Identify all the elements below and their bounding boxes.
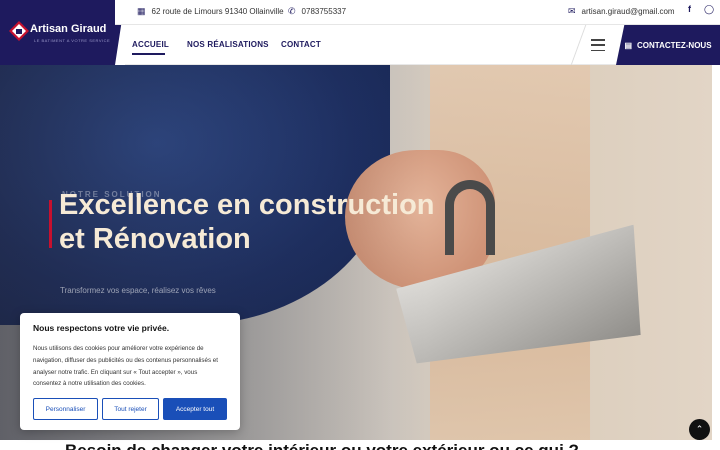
contact-us-label: CONTACTEZ-NOUS <box>637 40 712 50</box>
top-info-bar: ▦ 62 route de Limours 91340 Ollainville … <box>115 0 720 25</box>
phone-text[interactable]: 0783755337 <box>302 7 347 16</box>
hero-accent-bar <box>49 200 52 248</box>
nav-active-indicator <box>132 53 165 55</box>
document-icon: ▤ <box>624 40 633 50</box>
mail-icon: ✉ <box>568 6 576 16</box>
hero-subtitle: Transformez vos espace, réalisez vos rêv… <box>60 286 216 295</box>
house-logo-icon <box>9 21 29 41</box>
nav-divider <box>570 25 587 65</box>
facebook-icon[interactable]: f <box>688 4 691 14</box>
phone-icon: ✆ <box>288 6 296 16</box>
cookie-consent-banner: Nous respectons votre vie privée. Nous u… <box>20 313 240 430</box>
main-nav: ACCUEIL NOS RÉALISATIONS CONTACT ▤ CONTA… <box>125 25 720 65</box>
scroll-to-top-button[interactable]: ⌃ <box>689 419 710 440</box>
hero-title: Excellence en construction et Rénovation <box>59 188 435 256</box>
nav-realisations[interactable]: NOS RÉALISATIONS <box>187 40 269 49</box>
hero-title-line-2: et Rénovation <box>59 223 251 255</box>
chevron-up-icon: ⌃ <box>695 424 704 434</box>
hero-title-line-1: Excellence en construction <box>59 189 435 221</box>
address-text: 62 route de Limours 91340 Ollainville <box>151 7 284 16</box>
address-item: ▦ 62 route de Limours 91340 Ollainville <box>137 6 284 17</box>
menu-icon[interactable] <box>591 39 605 51</box>
cookie-title: Nous respectons votre vie privée. <box>33 323 170 333</box>
map-icon: ▦ <box>137 6 146 16</box>
brand-name: Artisan Giraud <box>30 23 107 35</box>
nav-accueil[interactable]: ACCUEIL <box>132 40 169 49</box>
customize-button[interactable]: Personnaliser <box>33 398 98 420</box>
cookie-buttons: Personnaliser Tout rejeter Accepter tout <box>33 398 227 420</box>
brand-tagline: LE BATIMENT A VOTRE SERVICE <box>34 38 111 43</box>
phone-item[interactable]: ✆ 0783755337 <box>288 6 347 17</box>
site-logo[interactable]: Artisan Giraud LE BATIMENT A VOTRE SERVI… <box>0 0 125 65</box>
accept-all-button[interactable]: Accepter tout <box>163 398 227 420</box>
instagram-icon[interactable]: ◯ <box>704 4 714 15</box>
contact-us-button[interactable]: ▤ CONTACTEZ-NOUS <box>616 25 720 65</box>
email-item[interactable]: ✉ artisan.giraud@gmail.com <box>568 6 675 17</box>
email-text[interactable]: artisan.giraud@gmail.com <box>582 7 675 16</box>
nav-contact[interactable]: CONTACT <box>281 40 321 49</box>
reject-all-button[interactable]: Tout rejeter <box>102 398 159 420</box>
cookie-text: Nous utilisons des cookies pour améliore… <box>33 345 218 388</box>
section-heading: Besoin de changer votre intérieur ou vot… <box>65 441 579 450</box>
